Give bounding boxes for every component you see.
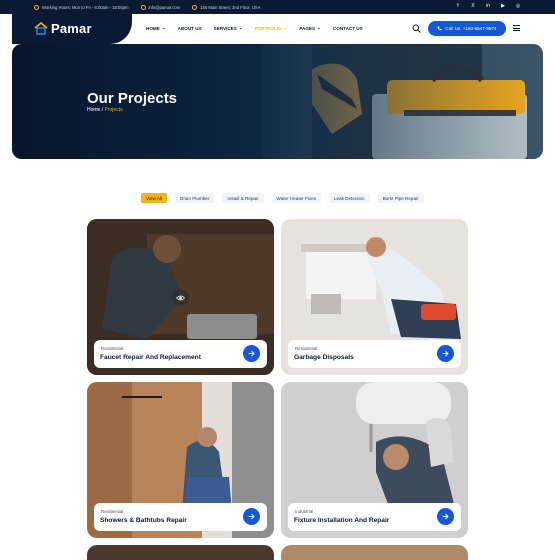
project-card-partial[interactable] [87,545,274,560]
social-links: f X in ▶ ◎ [455,3,521,9]
call-us-button[interactable]: Call Us: +163-6547-9874 [428,21,506,36]
view-project-button[interactable] [172,289,189,306]
mail-icon [140,4,146,10]
address: 156 Main Street, 2nd Floor, USA [192,4,261,10]
breadcrumb-current: Projects [104,107,123,113]
project-caption: Residential Showers & Bathtubs Repair [94,503,267,531]
clock-icon [34,4,39,10]
breadcrumb-home[interactable]: Home [87,107,100,113]
page-hero: Our Projects Home / Projects [12,44,543,159]
project-title[interactable]: Fixture Installation And Repair [294,517,389,524]
chevron-down-icon: ⌄ [317,25,321,30]
filter-water-heater-fixes[interactable]: Water Heater Fixes [271,193,321,203]
nav-pages[interactable]: PAGES ⌄ [299,25,321,31]
chevron-down-icon: ⌄ [161,25,166,30]
project-category: Residential [101,346,124,351]
project-caption: Residential Faucet Repair And Replacemen… [94,340,267,368]
arrow-right-icon [248,350,255,357]
project-card-partial[interactable] [281,545,468,560]
nav-home[interactable]: HOME ⌄ [146,25,166,31]
project-category: Residential [295,346,318,351]
arrow-right-icon [248,513,255,520]
location-icon [192,4,198,10]
filter-burst-pipe-repair[interactable]: Burst Pipe Repair [377,193,424,203]
nav-portfolio[interactable]: PORTFOLIO ⌄ [255,25,288,31]
search-icon[interactable] [412,24,421,33]
hamburger-menu-icon[interactable] [513,25,520,31]
linkedin-icon[interactable]: in [485,3,491,9]
facebook-icon[interactable]: f [455,3,461,9]
project-caption: Industrial Fixture Installation And Repa… [288,503,461,531]
nav-about-us[interactable]: ABOUT US [178,25,202,31]
project-link-button[interactable] [437,345,454,362]
house-logo-icon [34,22,48,35]
chevron-down-icon: ⌄ [238,25,243,30]
working-hours: Working Hours: Mon to Fri - 8:00am - 16:… [34,4,129,10]
chevron-down-icon: ⌄ [283,25,288,30]
phone-icon [438,26,442,31]
breadcrumb: Home / Projects [87,107,123,113]
top-bar: Working Hours: Mon to Fri - 8:00am - 16:… [0,0,555,14]
youtube-icon[interactable]: ▶ [500,3,506,9]
project-card[interactable]: Residential Faucet Repair And Replacemen… [87,219,274,375]
arrow-right-icon [442,350,449,357]
x-icon[interactable]: X [470,3,476,9]
filter-leak-detection[interactable]: Leak Detection [328,193,370,203]
project-filters: View All Drain Plumber Install & Repair … [141,193,424,203]
project-category: Industrial [295,509,314,514]
filter-drain-plumber[interactable]: Drain Plumber [175,193,215,203]
filter-view-all[interactable]: View All [141,193,168,203]
project-title[interactable]: Faucet Repair And Replacement [100,354,201,361]
project-title[interactable]: Showers & Bathtubs Repair [100,517,187,524]
arrow-right-icon [442,513,449,520]
project-title[interactable]: Garbage Disposals [294,354,354,361]
project-category: Residential [101,509,124,514]
eye-icon [176,295,185,300]
email-link[interactable]: info@pamar.com [140,4,180,10]
nav-contact-us[interactable]: CONTACT US [333,25,363,31]
logo[interactable]: Pamar [34,21,92,36]
project-card[interactable]: Residential Showers & Bathtubs Repair [87,382,274,538]
page-title: Our Projects [87,90,178,107]
nav-services[interactable]: SERVICES ⌄ [214,25,243,31]
filter-install-repair[interactable]: Install & Repair [222,193,264,203]
project-card[interactable]: Residential Garbage Disposals [281,219,468,375]
main-nav: HOME ⌄ ABOUT US SERVICES ⌄ PORTFOLIO ⌄ P… [146,25,363,31]
project-link-button[interactable] [243,508,260,525]
project-caption: Residential Garbage Disposals [288,340,461,368]
project-link-button[interactable] [437,508,454,525]
project-link-button[interactable] [243,345,260,362]
instagram-icon[interactable]: ◎ [515,3,521,9]
project-card[interactable]: Industrial Fixture Installation And Repa… [281,382,468,538]
